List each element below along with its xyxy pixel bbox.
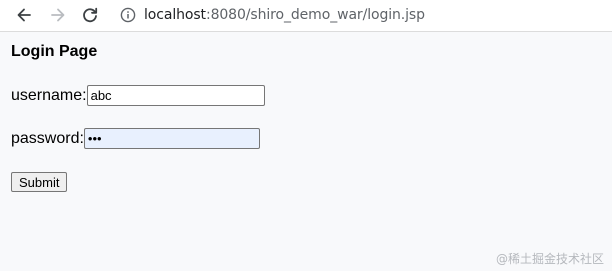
arrow-left-icon xyxy=(15,6,33,24)
page-title: Login Page xyxy=(11,43,98,60)
forward-button[interactable] xyxy=(46,3,70,27)
url-host: localhost xyxy=(144,7,206,23)
address-bar[interactable]: localhost:8080/shiro_demo_war/login.jsp xyxy=(112,1,604,29)
username-row: username: xyxy=(11,85,265,106)
url-path: :8080/shiro_demo_war/login.jsp xyxy=(205,7,425,23)
back-button[interactable] xyxy=(12,3,36,27)
reload-icon xyxy=(81,6,99,24)
browser-toolbar: localhost:8080/shiro_demo_war/login.jsp xyxy=(0,0,612,32)
url-text: localhost:8080/shiro_demo_war/login.jsp xyxy=(144,7,425,23)
watermark: @稀土掘金技术社区 xyxy=(495,252,604,266)
submit-button[interactable]: Submit xyxy=(11,172,68,192)
reload-button[interactable] xyxy=(78,3,102,27)
password-label: password: xyxy=(11,129,84,147)
password-input[interactable] xyxy=(83,128,260,149)
arrow-right-icon xyxy=(49,6,67,24)
info-icon[interactable] xyxy=(120,7,136,23)
username-input[interactable] xyxy=(86,85,265,106)
page-content: Login Page username: password: Submit @稀… xyxy=(0,33,612,271)
username-label: username: xyxy=(11,86,87,104)
password-row: password: xyxy=(11,128,260,149)
